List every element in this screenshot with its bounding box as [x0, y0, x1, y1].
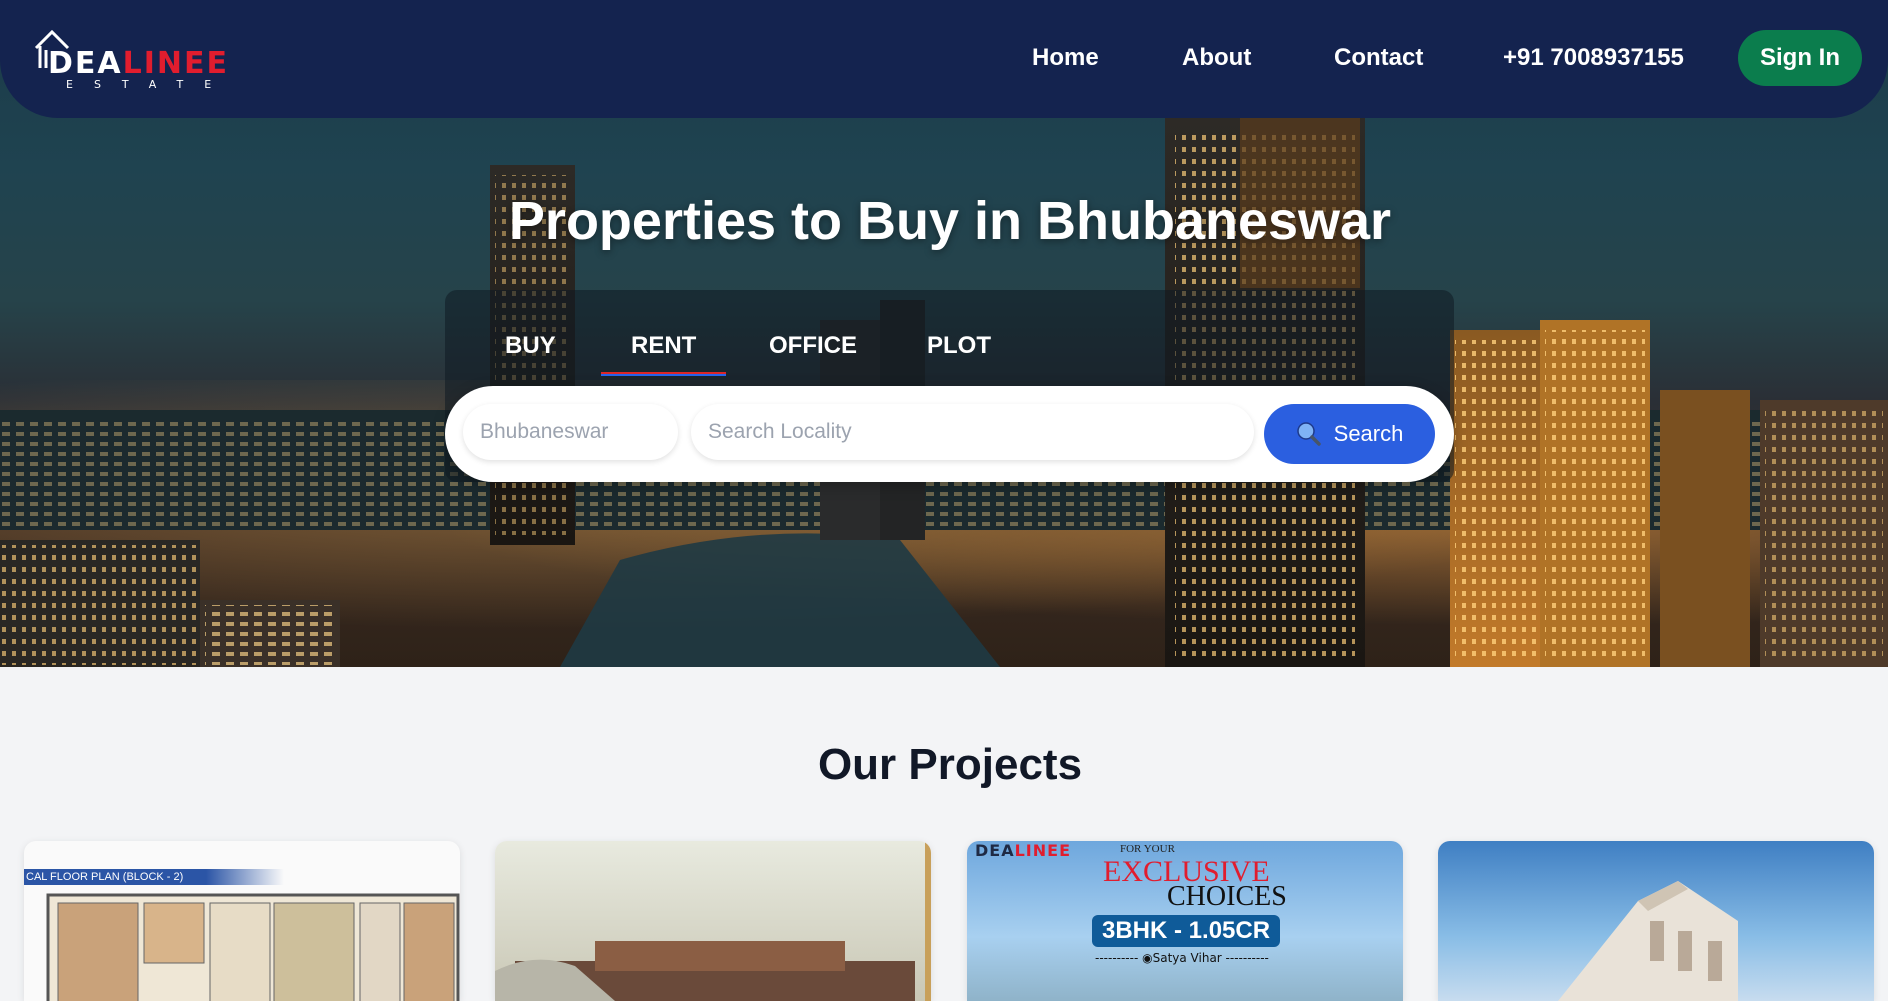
card-logo-part2: LINEE [1014, 841, 1071, 860]
tower-render-image [1558, 881, 1738, 1001]
offer-choices-text: CHOICES [1167, 881, 1287, 912]
brand-part1: DEA [48, 46, 123, 81]
project-card-building[interactable] [495, 841, 931, 1001]
section-title: Our Projects [817, 740, 1083, 789]
tab-office[interactable]: OFFICE [769, 332, 857, 376]
floor-plan-label: CAL FLOOR PLAN (BLOCK - 2) [24, 869, 284, 885]
search-icon [1296, 422, 1321, 446]
brand-logo[interactable]: DEALINEE ESTATE [34, 28, 234, 92]
city-input[interactable] [463, 404, 678, 460]
tab-rent[interactable]: RENT [600, 332, 727, 376]
nav-phone-link[interactable]: +91 7008937155 [1503, 44, 1684, 72]
tab-plot[interactable]: PLOT [927, 332, 991, 376]
nav-home-link[interactable]: Home [1032, 44, 1099, 72]
floor-plan-image [46, 893, 460, 1001]
building-render-image [495, 841, 931, 1001]
card-brand-logo: DEALINEE [975, 841, 1071, 860]
offer-price-badge: 3BHK - 1.05CR [1092, 915, 1281, 947]
sign-in-button[interactable]: Sign In [1738, 30, 1862, 86]
brand-part2: LINEE [122, 46, 229, 81]
hero-title: Properties to Buy in Bhubaneswar [508, 191, 1392, 251]
card-logo-part1: DEA [975, 841, 1015, 860]
offer-location-text: Satya Vihar [1152, 951, 1222, 965]
project-card-floor-plan[interactable]: CAL FLOOR PLAN (BLOCK - 2) [24, 841, 460, 1001]
offer-location: ---------- ◉Satya Vihar ---------- [1095, 951, 1269, 965]
brand-tagline: ESTATE [66, 78, 233, 91]
project-card-tower[interactable] [1438, 841, 1874, 1001]
search-bar: Search [445, 386, 1454, 482]
nav-contact-link[interactable]: Contact [1334, 44, 1423, 72]
project-card-exclusive-offer[interactable]: DEALINEE FOR YOUR EXCLUSIVE CHOICES 3BHK… [967, 841, 1403, 1001]
tab-buy[interactable]: BUY [505, 332, 556, 376]
search-button[interactable]: Search [1264, 404, 1435, 464]
brand-wordmark: DEALINEE [48, 46, 229, 81]
location-pin-icon: ◉ [1142, 951, 1153, 965]
offer-for-your-text: FOR YOUR [1120, 843, 1175, 855]
search-button-label: Search [1333, 421, 1404, 446]
locality-search-input[interactable] [691, 404, 1254, 460]
top-navbar: DEALINEE ESTATE Home About Contact +91 7… [0, 0, 1888, 118]
nav-about-link[interactable]: About [1182, 44, 1251, 72]
